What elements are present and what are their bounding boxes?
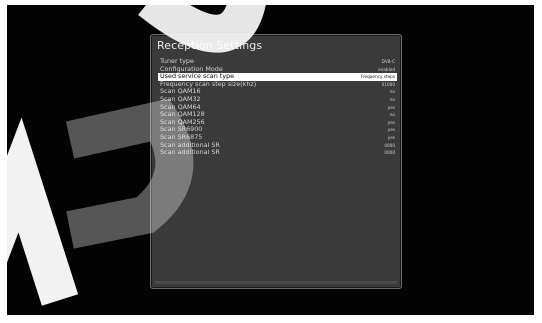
setting-value: 0000	[384, 142, 395, 148]
settings-list: Tuner type DVB-C Configuration Mode enab…	[158, 57, 397, 157]
setting-value: 0000	[384, 150, 395, 156]
panel-title: Reception Settings	[157, 39, 263, 52]
setting-value: yes	[387, 134, 395, 140]
setting-value: Frequency steps	[360, 74, 395, 80]
setting-value: yes	[387, 119, 395, 125]
setting-value: DVB-C	[381, 59, 395, 64]
setting-value: yes	[387, 127, 395, 133]
setting-value: 01000	[381, 81, 395, 87]
setting-value: no	[389, 96, 395, 102]
setting-value: enabled	[378, 66, 395, 72]
panel-bottom-bar	[155, 281, 397, 284]
setting-value: no	[389, 112, 395, 118]
setting-value: no	[389, 89, 395, 95]
setting-value: yes	[387, 104, 395, 110]
setting-label: Scan additional SR	[160, 148, 220, 157]
setting-row-additional-sr-2[interactable]: Scan additional SR 0000	[158, 149, 397, 157]
reception-settings-panel: Reception Settings Tuner type DVB-C Conf…	[150, 34, 402, 289]
tv-screen: Reception Settings Tuner type DVB-C Conf…	[7, 5, 534, 315]
